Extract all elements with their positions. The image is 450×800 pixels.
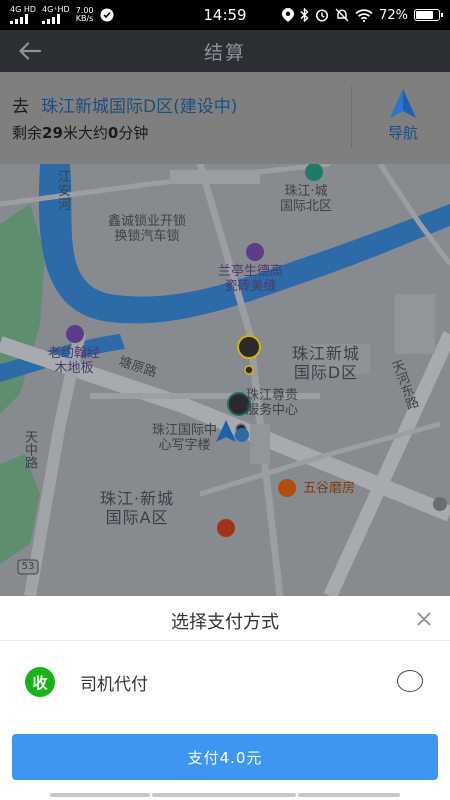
- map-label-beauty: 兰亭生德高 瓷砖美缝: [218, 264, 284, 294]
- map-label-zunshi: 珠江尊贵 服务中心: [246, 388, 299, 418]
- screen: 4G HD 4G⁺HD 7.00 KB/s 14:59 72% 结算 去 珠江新…: [0, 0, 450, 800]
- map-view[interactable]: 江 安 河 鑫诚锁业开锁 换锁汽车锁 珠江·城 国际北区 兰亭生德高 瓷砖美缝 …: [0, 164, 450, 596]
- map-label-jiang: 江: [58, 170, 72, 185]
- map-canvas: [0, 164, 450, 596]
- hospital-marker: [433, 497, 447, 511]
- sheet-divider: [0, 640, 450, 641]
- destination-name[interactable]: 珠江新城国际D区(建设中): [41, 92, 237, 117]
- payment-option-label: 司机代付: [80, 675, 148, 695]
- map-building: [250, 424, 270, 464]
- wifi-icon: [355, 8, 373, 22]
- shop-marker-north: [305, 164, 323, 181]
- remaining-minutes: 0: [107, 124, 119, 142]
- remaining-info: 剩余29米大约0分钟: [12, 122, 148, 143]
- map-road-4: [196, 164, 284, 596]
- collect-icon: 收: [25, 667, 55, 697]
- destination-prefix: 去: [12, 97, 29, 117]
- remaining-pre: 剩余: [12, 124, 43, 142]
- nav-indicator: [50, 793, 150, 797]
- close-icon: [417, 612, 431, 626]
- page-title: 结算: [203, 41, 246, 64]
- network-indicator-1: 4G HD: [10, 6, 36, 24]
- payment-title: 选择支付方式: [171, 612, 279, 633]
- map-label-route-53: 53: [21, 561, 35, 572]
- network-indicator-2: 4G⁺HD: [42, 6, 70, 24]
- battery-percent: 72%: [379, 7, 408, 23]
- signal-icon: [10, 14, 28, 24]
- mcdonalds-marker: [217, 519, 235, 537]
- destination-row: 去 珠江新城国际D区(建设中): [12, 92, 237, 117]
- map-label-d-zone: 珠江新城 国际D区: [292, 344, 361, 382]
- navigation-arrow-icon: [390, 89, 416, 118]
- map-label-laoyue: 老约翰经 木地板: [48, 346, 101, 376]
- map-label-tianzhong-road: 天中路: [22, 430, 37, 469]
- navigation-label: 导航: [387, 124, 418, 142]
- signal-icon-2: [42, 14, 61, 24]
- title-bar: 结算: [0, 30, 450, 72]
- close-button[interactable]: [410, 606, 438, 632]
- back-button[interactable]: [14, 36, 46, 66]
- remaining-mid: 米大约: [62, 124, 108, 142]
- shop-marker-purple: [246, 243, 264, 261]
- map-park-left: [0, 204, 45, 414]
- map-label-north-zone: 珠江·城 国际北区: [280, 184, 333, 214]
- alarm-icon: [316, 9, 329, 22]
- speed-unit: KB/s: [75, 14, 94, 23]
- map-label-wugu: 五谷磨房: [303, 481, 356, 496]
- battery-icon: [414, 9, 443, 21]
- shop-marker-purple-2: [66, 325, 84, 343]
- bluetooth-icon: [300, 8, 309, 22]
- check-circle-icon: [100, 8, 114, 22]
- remaining-distance: 29: [42, 124, 63, 142]
- map-label-lock-shop: 鑫诚锁业开锁 换锁汽车锁: [108, 214, 187, 244]
- map-label-he: 河: [58, 198, 72, 213]
- nav-indicator: [298, 793, 400, 797]
- back-arrow-icon: [19, 42, 41, 60]
- map-river: [38, 164, 450, 324]
- payment-option-driver[interactable]: 收 司机代付: [0, 654, 450, 710]
- network-label-1: 4G HD: [10, 5, 37, 14]
- map-building: [170, 170, 260, 184]
- network-label-2: 4G⁺HD: [42, 5, 70, 14]
- payment-option-radio[interactable]: [397, 670, 423, 692]
- remaining-post: 分钟: [118, 124, 149, 142]
- status-right: 72%: [282, 7, 443, 23]
- payment-sheet: 选择支付方式 收 司机代付 支付4.0元: [0, 596, 450, 800]
- mute-bell-icon: [335, 8, 349, 22]
- card-divider: [351, 86, 352, 148]
- map-building: [395, 294, 435, 354]
- map-label-office: 珠江国际中 心写字楼: [152, 423, 218, 453]
- status-left: 4G HD 4G⁺HD 7.00 KB/s: [10, 6, 114, 24]
- map-label-an: 安: [58, 184, 72, 199]
- nav-indicator: [152, 793, 296, 797]
- destination-card: 去 珠江新城国际D区(建设中) 剩余29米大约0分钟 导航: [0, 72, 450, 164]
- pay-button[interactable]: 支付4.0元: [12, 734, 438, 780]
- navigation-button[interactable]: 导航: [372, 88, 434, 154]
- location-icon: [282, 8, 295, 22]
- status-bar: 4G HD 4G⁺HD 7.00 KB/s 14:59 72%: [0, 0, 450, 30]
- network-speed: 7.00 KB/s: [76, 7, 94, 23]
- map-label-a-zone: 珠江·新城 国际A区: [100, 489, 175, 527]
- battery-fill: [416, 11, 434, 19]
- food-marker: [278, 479, 296, 497]
